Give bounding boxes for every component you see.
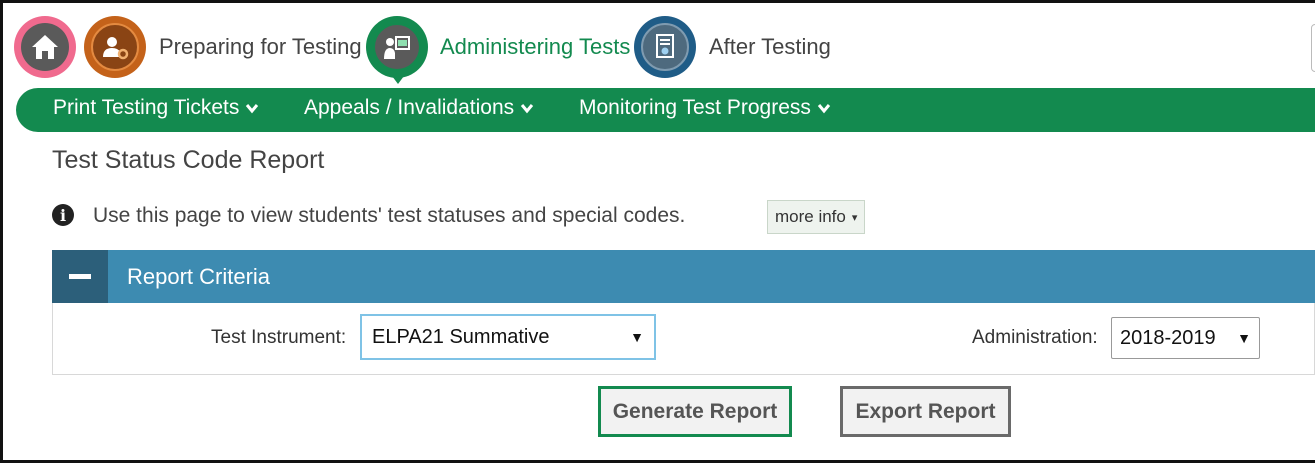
after-testing-step-button[interactable] <box>634 16 696 78</box>
chevron-down-icon <box>520 101 534 115</box>
administering-step-button[interactable] <box>366 16 428 84</box>
minus-icon <box>69 274 91 279</box>
step-label-administering[interactable]: Administering Tests <box>440 34 630 60</box>
top-navigation: Preparing for Testing Administering Test… <box>14 14 1315 84</box>
chevron-down-icon <box>817 101 831 115</box>
menu-item-label: Print Testing Tickets <box>53 96 240 119</box>
collapse-button[interactable] <box>52 250 108 303</box>
administration-label: Administration: <box>972 327 1098 348</box>
test-instrument-value: ELPA21 Summative <box>372 325 550 348</box>
test-instrument-label: Test Instrument: <box>211 327 347 348</box>
home-button[interactable] <box>14 16 76 78</box>
administration-value: 2018-2019 <box>1120 326 1216 349</box>
export-report-button[interactable]: Export Report <box>840 386 1011 437</box>
more-info-label: more info <box>775 207 846 226</box>
report-criteria-body: Test Instrument: ELPA21 Summative ▼ Admi… <box>52 303 1315 375</box>
page-title: Test Status Code Report <box>52 146 325 174</box>
menu-print-testing-tickets[interactable]: Print Testing Tickets <box>53 96 259 120</box>
home-icon <box>21 23 69 71</box>
certificate-icon <box>641 23 689 71</box>
step-label-after[interactable]: After Testing <box>709 34 831 60</box>
dropdown-arrow-icon: ▼ <box>630 329 644 345</box>
generate-report-button[interactable]: Generate Report <box>598 386 792 437</box>
administration-select[interactable]: 2018-2019 ▼ <box>1111 317 1260 359</box>
info-icon: i <box>52 204 74 226</box>
user-gear-icon <box>91 23 139 71</box>
test-instrument-select[interactable]: ELPA21 Summative ▼ <box>360 314 656 360</box>
chevron-down-icon <box>245 101 259 115</box>
menu-appeals-invalidations[interactable]: Appeals / Invalidations <box>304 96 534 120</box>
menu-item-label: Appeals / Invalidations <box>304 96 515 119</box>
preparing-step-button[interactable] <box>84 16 146 78</box>
report-criteria-title: Report Criteria <box>127 264 271 289</box>
menu-monitoring-test-progress[interactable]: Monitoring Test Progress <box>579 96 831 120</box>
info-text: Use this page to view students' test sta… <box>93 204 686 227</box>
caret-down-icon: ▾ <box>851 211 858 224</box>
more-info-button[interactable]: more info ▾ <box>767 200 866 234</box>
dropdown-arrow-icon: ▼ <box>1237 330 1251 346</box>
step-label-preparing[interactable]: Preparing for Testing <box>159 34 362 60</box>
main-menu-bar: Print Testing Tickets Appeals / Invalida… <box>16 88 1315 132</box>
report-criteria-header: Report Criteria <box>52 250 1315 303</box>
partial-control-edge[interactable] <box>1311 24 1315 72</box>
menu-item-label: Monitoring Test Progress <box>579 96 811 119</box>
presenter-icon <box>373 23 421 71</box>
